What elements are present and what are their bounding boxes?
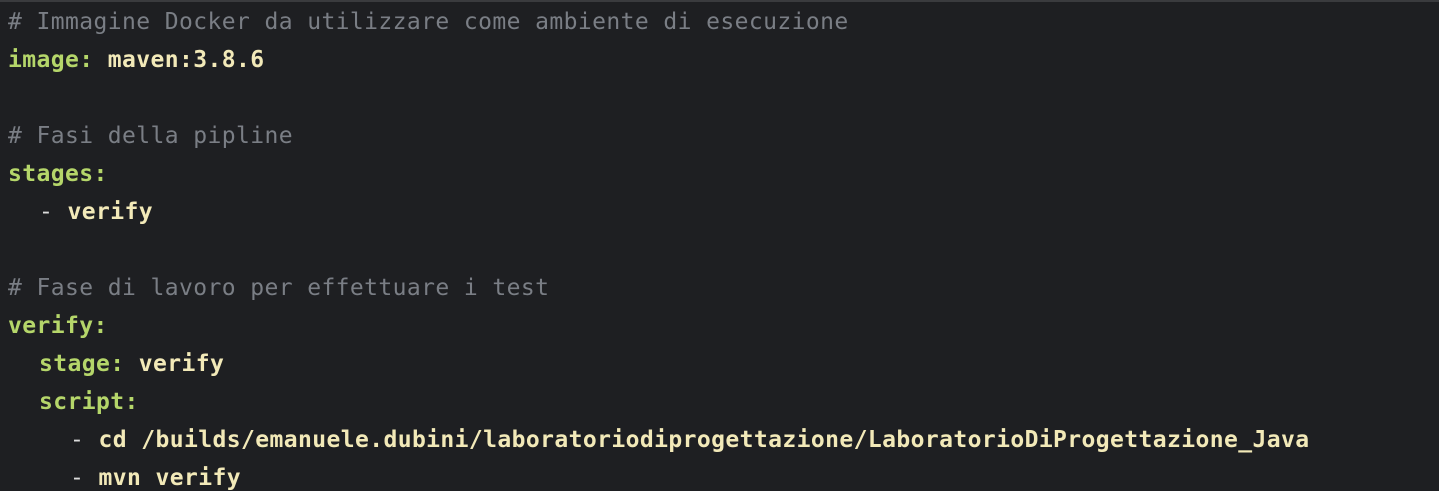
code-line-9: verify: [8,307,1439,345]
code-editor[interactable]: # Immagine Docker da utilizzare come amb… [0,2,1439,491]
code-line-13: - mvn verify [8,459,1439,491]
list-dash: - [39,199,68,225]
yaml-key-stages: stages: [8,161,108,187]
yaml-value-stage: verify [124,351,225,377]
yaml-key-verify-job: verify: [8,313,108,339]
list-dash: - [70,427,99,453]
code-line-4: # Fasi della pipline [8,117,1439,155]
code-line-12: - cd /builds/emanuele.dubini/laboratorio… [8,421,1439,459]
comment-image: # Immagine Docker da utilizzare come amb… [8,9,849,35]
list-dash: - [70,465,99,491]
yaml-value-stage-item: verify [67,199,153,225]
code-line-1: # Immagine Docker da utilizzare come amb… [8,3,1439,41]
yaml-value-image: maven:3.8.6 [93,47,265,73]
comment-job: # Fase di lavoro per effettuare i test [8,275,550,301]
code-line-8: # Fase di lavoro per effettuare i test [8,269,1439,307]
yaml-key-script: script: [39,389,139,415]
code-line-6: - verify [8,193,1439,231]
code-line-2: image: maven:3.8.6 [8,41,1439,79]
script-command-cd: cd /builds/emanuele.dubini/laboratoriodi… [98,427,1310,453]
code-line-5: stages: [8,155,1439,193]
yaml-key-image: image: [8,47,94,73]
code-line-10: stage: verify [8,345,1439,383]
yaml-key-stage: stage: [39,351,125,377]
comment-stages: # Fasi della pipline [8,123,293,149]
code-line-11: script: [8,383,1439,421]
script-command-mvn: mvn verify [98,465,241,491]
